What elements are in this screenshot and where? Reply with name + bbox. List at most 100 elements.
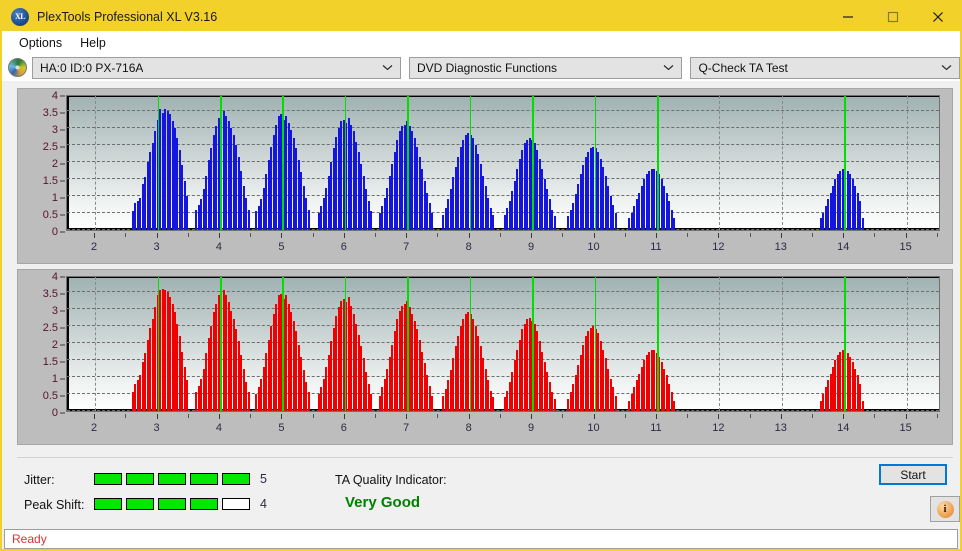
x-axis-minor-tick bbox=[687, 233, 689, 237]
y-axis-tick-label: 1 bbox=[51, 192, 58, 204]
marker-line bbox=[219, 277, 222, 411]
peak-shift-label: Peak Shift: bbox=[24, 498, 85, 512]
test-select[interactable]: Q-Check TA Test bbox=[690, 56, 960, 79]
gridline-vertical bbox=[781, 96, 783, 230]
x-axis-minor-tick bbox=[624, 233, 626, 237]
gridline-horizontal bbox=[67, 178, 939, 179]
info-button[interactable]: i bbox=[930, 496, 960, 522]
x-axis-minor-tick bbox=[437, 233, 439, 237]
jitter-chart-y-axis: 0 0.5 1 1.5 2 2.5 3 3.5 4 bbox=[18, 89, 65, 238]
x-axis-tick-label: 15 bbox=[899, 422, 912, 434]
x-axis-tick bbox=[218, 414, 220, 419]
x-axis-tick-label: 15 bbox=[899, 241, 912, 253]
plot-left-border bbox=[67, 96, 69, 230]
meter-segment bbox=[126, 473, 154, 485]
y-axis-tick bbox=[60, 163, 65, 165]
x-axis-tick bbox=[406, 233, 408, 238]
start-button[interactable]: Start bbox=[879, 464, 947, 485]
jitter-value: 5 bbox=[260, 472, 267, 486]
marker-line bbox=[594, 277, 597, 411]
x-axis-tick bbox=[531, 414, 533, 419]
y-axis-tick bbox=[60, 361, 65, 363]
chart-bar bbox=[553, 216, 556, 230]
minimize-icon[interactable] bbox=[825, 2, 870, 31]
x-axis-tick bbox=[593, 233, 595, 238]
peak-shift-chart-panel: 0 0.5 1 1.5 2 2.5 3 3.5 4 2 3 4 5 6 7 8 9 10 11 12 13 14 15 bbox=[17, 269, 953, 445]
x-axis-tick-label: 5 bbox=[278, 422, 285, 434]
close-icon[interactable] bbox=[915, 2, 960, 31]
x-axis-tick bbox=[94, 414, 96, 419]
chevron-down-icon bbox=[663, 58, 674, 78]
x-axis-tick bbox=[531, 233, 533, 238]
y-axis-tick-label: 1 bbox=[51, 373, 58, 385]
peak-shift-chart-y-axis: 0 0.5 1 1.5 2 2.5 3 3.5 4 bbox=[18, 270, 65, 419]
x-axis-tick bbox=[468, 233, 470, 238]
y-axis-tick bbox=[60, 95, 65, 97]
marker-line bbox=[532, 96, 534, 230]
window-title: PlexTools Professional XL V3.16 bbox=[37, 9, 218, 24]
marker-line bbox=[282, 277, 284, 411]
chart-bar bbox=[370, 211, 373, 230]
x-axis-tick bbox=[343, 233, 345, 238]
x-axis-tick-label: 5 bbox=[278, 241, 285, 253]
x-axis-tick-label: 11 bbox=[650, 422, 662, 434]
marker-line bbox=[407, 277, 409, 411]
chart-bar bbox=[247, 392, 250, 411]
x-axis-tick-label: 2 bbox=[91, 241, 98, 253]
y-axis-tick bbox=[60, 293, 65, 295]
x-axis-tick-label: 14 bbox=[837, 422, 850, 434]
y-axis-tick bbox=[60, 146, 65, 148]
x-axis-tick bbox=[718, 233, 720, 238]
marker-line bbox=[469, 96, 472, 230]
x-axis-tick bbox=[281, 233, 283, 238]
jitter-chart-x-axis: 2 3 4 5 6 7 8 9 10 11 12 13 14 15 bbox=[66, 233, 940, 259]
y-axis-tick bbox=[60, 412, 65, 414]
gridline-horizontal bbox=[67, 291, 939, 292]
x-axis-minor-tick bbox=[187, 233, 189, 237]
gridline-vertical bbox=[781, 277, 783, 411]
chart-bar bbox=[431, 213, 434, 230]
chart-bar bbox=[370, 394, 373, 411]
x-axis-tick bbox=[905, 414, 907, 419]
drive-select[interactable]: HA:0 ID:0 PX-716A bbox=[32, 56, 401, 79]
x-axis-tick bbox=[655, 233, 657, 238]
ta-quality-label: TA Quality Indicator: bbox=[335, 473, 447, 487]
x-axis-tick-label: 12 bbox=[712, 422, 725, 434]
menu-item-help[interactable]: Help bbox=[71, 34, 115, 52]
chevron-down-icon bbox=[382, 58, 393, 78]
x-axis-tick-label: 7 bbox=[403, 422, 410, 434]
y-axis-tick bbox=[60, 378, 65, 380]
meter-segment bbox=[222, 498, 250, 510]
x-axis-tick bbox=[218, 233, 220, 238]
y-axis-tick-label: 2 bbox=[51, 158, 58, 170]
application-window: XL PlexTools Professional XL V3.16 Optio… bbox=[0, 0, 962, 551]
x-axis-minor-tick bbox=[936, 414, 938, 418]
chart-bar bbox=[307, 209, 310, 230]
title-bar: XL PlexTools Professional XL V3.16 bbox=[2, 2, 960, 31]
x-axis-tick-label: 12 bbox=[712, 241, 725, 253]
meter-segment bbox=[126, 498, 154, 510]
drive-select-value: HA:0 ID:0 PX-716A bbox=[40, 60, 144, 75]
meter-segment bbox=[222, 473, 250, 485]
x-axis-minor-tick bbox=[375, 414, 377, 418]
y-axis-tick bbox=[60, 231, 65, 233]
app-logo-icon: XL bbox=[11, 7, 29, 26]
y-axis-tick-label: 3.5 bbox=[42, 288, 58, 300]
menu-item-options[interactable]: Options bbox=[10, 34, 71, 52]
maximize-icon[interactable] bbox=[870, 2, 915, 31]
x-axis-minor-tick bbox=[874, 414, 876, 418]
x-axis-tick bbox=[593, 414, 595, 419]
marker-line bbox=[594, 96, 597, 230]
plot-top-border bbox=[67, 277, 939, 278]
peak-shift-chart-x-axis: 2 3 4 5 6 7 8 9 10 11 12 13 14 15 bbox=[66, 414, 940, 440]
marker-line bbox=[844, 96, 846, 230]
y-axis-tick bbox=[60, 214, 65, 216]
x-axis-minor-tick bbox=[312, 414, 314, 418]
x-axis-minor-tick bbox=[499, 233, 501, 237]
y-axis-tick-label: 0.5 bbox=[42, 390, 58, 402]
function-select[interactable]: DVD Diagnostic Functions bbox=[408, 56, 683, 79]
x-axis-tick-label: 7 bbox=[403, 241, 410, 253]
y-axis-tick-label: 3.5 bbox=[42, 107, 58, 119]
chart-bar bbox=[614, 395, 617, 411]
x-axis-tick bbox=[406, 414, 408, 419]
